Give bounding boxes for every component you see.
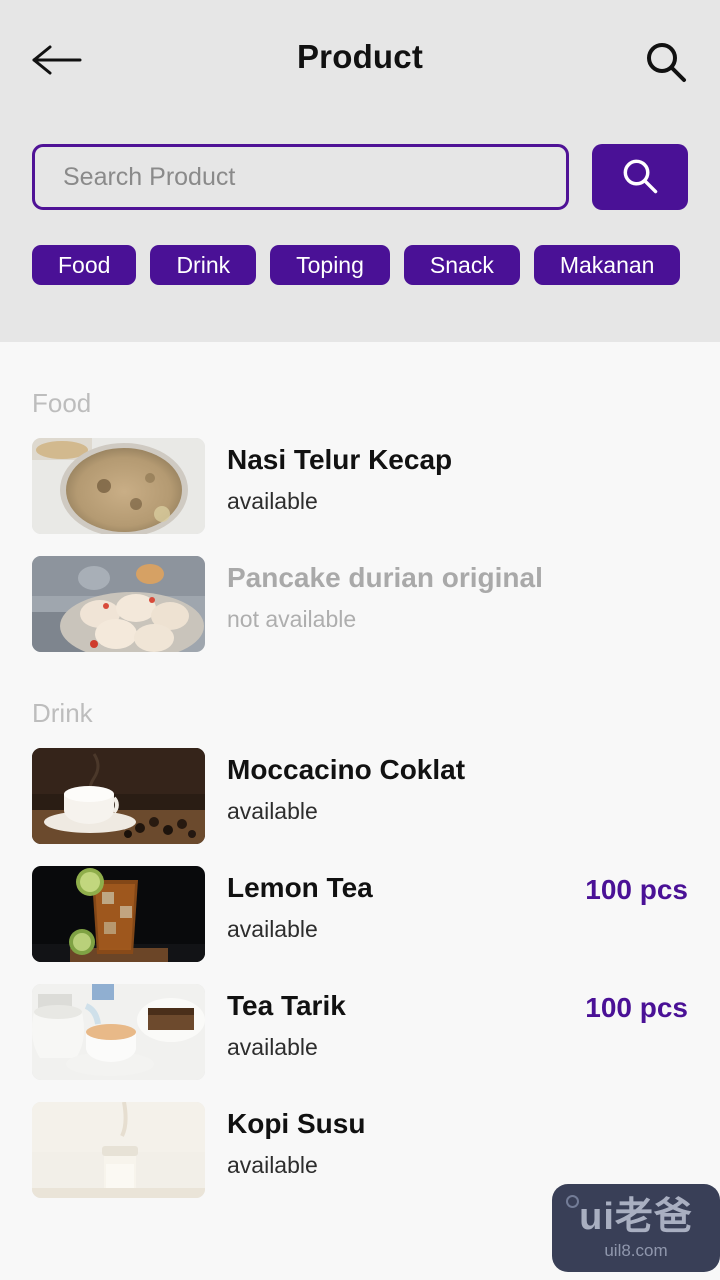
product-title: Moccacino Coklat [227,754,466,785]
appbar-search-button[interactable] [638,36,694,92]
product-thumbnail [32,866,205,962]
watermark-badge: ui老爸 uil8.com [552,1184,720,1272]
search-field-wrapper[interactable] [32,144,569,210]
product-title: Pancake durian original [227,562,543,593]
category-chip-drink[interactable]: Drink [150,245,257,285]
appbar: Product [0,0,720,120]
watermark-url: uil8.com [604,1240,668,1260]
product-quantity: 100 pcs [585,874,688,905]
section-label-drink: Drink [32,698,93,728]
product-quantity: 100 pcs [585,992,688,1023]
product-status: available [227,1034,318,1061]
product-thumbnail [32,984,205,1080]
product-title: Nasi Telur Kecap [227,444,453,475]
category-chip-food[interactable]: Food [32,245,137,285]
product-row[interactable]: Lemon Tea available 100 pcs [32,866,688,962]
circle-icon [566,1195,579,1208]
category-chip-snack[interactable]: Snack [403,245,520,285]
watermark-logo-text: ui老爸 [579,1195,693,1238]
product-text-block: Lemon Tea available [227,866,585,943]
search-icon [621,157,659,198]
category-chip-toping[interactable]: Toping [270,245,390,285]
product-text-block: Pancake durian original not available [227,556,688,633]
page-title: Product [296,38,424,75]
search-submit-button[interactable] [592,144,688,210]
product-status: available [227,798,318,825]
product-text-block: Nasi Telur Kecap available [227,438,688,515]
product-text-block: Kopi Susu available [227,1102,688,1179]
search-icon [644,40,688,89]
product-title: Kopi Susu [227,1108,366,1139]
product-text-block: Tea Tarik available [227,984,585,1061]
product-status: available [227,916,318,943]
product-row[interactable]: Pancake durian original not available [32,556,688,652]
product-screen: Product Search Product Food Drink Toping… [0,0,720,1280]
product-title: Lemon Tea [227,872,373,903]
category-chip-list[interactable]: Food Drink Toping Snack Makanan [32,245,720,285]
product-text-block: Moccacino Coklat available [227,748,688,825]
product-status: available [227,1152,318,1179]
product-thumbnail [32,556,205,652]
product-title: Tea Tarik [227,990,346,1021]
product-thumbnail [32,748,205,844]
product-thumbnail [32,438,205,534]
category-chip-makanan[interactable]: Makanan [533,245,681,285]
product-thumbnail [32,1102,205,1198]
product-list[interactable]: Food Nasi Telur Kecap available Pancake dur… [0,342,720,1280]
product-status: not available [227,606,357,633]
product-row[interactable]: Moccacino Coklat available [32,748,688,844]
product-status: available [227,488,318,515]
product-row[interactable]: Tea Tarik available 100 pcs [32,984,688,1080]
header-panel: Product Search Product Food Drink Toping… [0,0,720,342]
search-input[interactable] [35,147,566,207]
search-row [32,144,688,210]
product-row[interactable]: Nasi Telur Kecap available [32,438,688,534]
section-label-food: Food [32,388,92,418]
